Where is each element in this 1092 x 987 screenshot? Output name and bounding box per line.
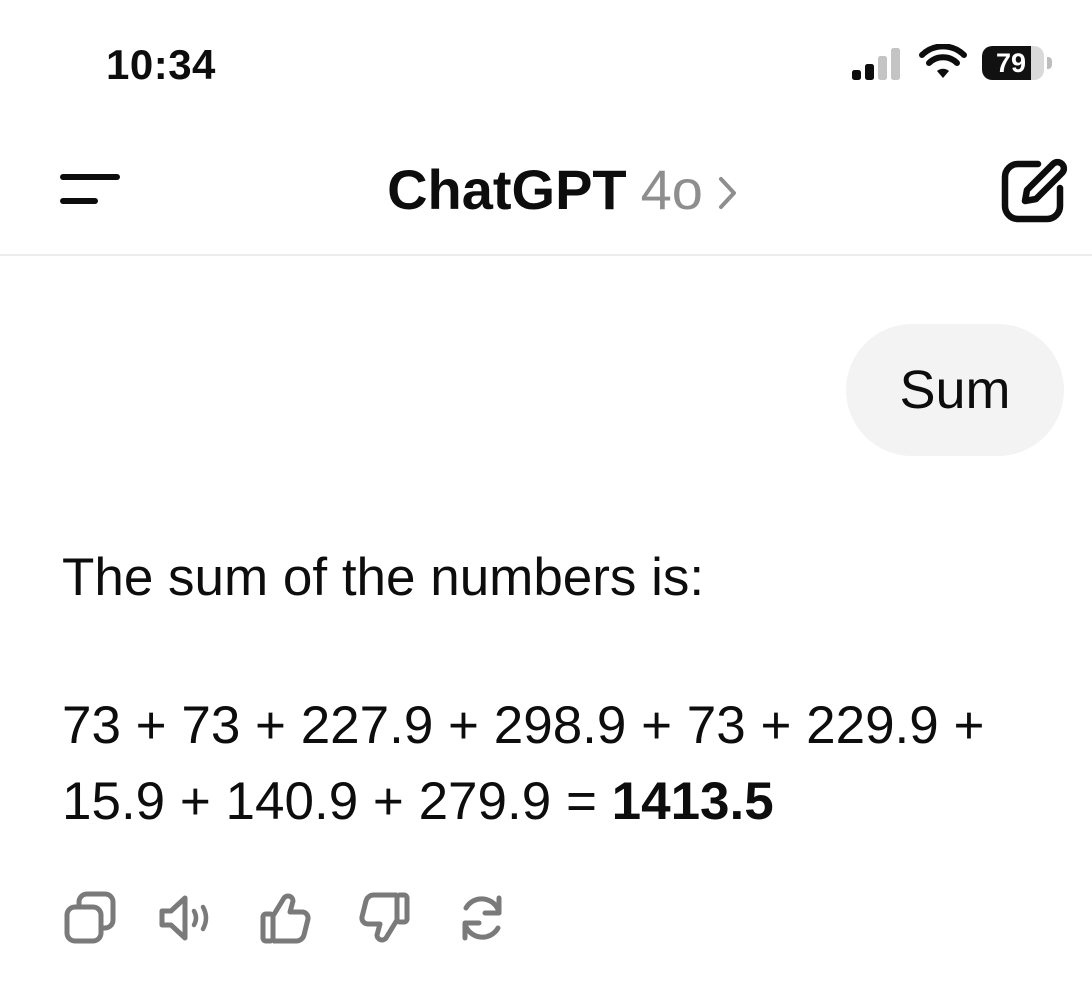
signal-bar [865, 64, 874, 80]
regenerate-icon [462, 895, 502, 941]
edit-icon [1001, 158, 1068, 223]
sum-equation: 73 + 73 + 227.9 + 298.9 + 73 + 229.9 + 1… [62, 688, 1072, 840]
regenerate-button[interactable] [452, 888, 512, 948]
copy-icon [64, 891, 116, 944]
assistant-intro-text: The sum of the numbers is: [62, 548, 705, 607]
battery-percent: 79 [995, 48, 1027, 78]
cellular-signal-icon [852, 48, 900, 80]
chat-header: ChatGPT 4o [0, 120, 1092, 256]
battery-indicator: 79 [982, 46, 1052, 82]
app-title: ChatGPT [387, 158, 627, 221]
battery-icon: 79 [982, 46, 1044, 80]
message-action-bar [60, 888, 520, 948]
battery-cap [1047, 57, 1052, 69]
status-time: 10:34 [106, 41, 216, 88]
read-aloud-icon [159, 895, 209, 941]
chevron-right-icon [718, 177, 736, 209]
read-aloud-button[interactable] [156, 888, 216, 948]
model-name: 4o [640, 158, 703, 221]
signal-bar [891, 48, 900, 80]
signal-bar [878, 56, 887, 80]
signal-bar [852, 70, 861, 80]
thumbs-down-button[interactable] [354, 888, 414, 948]
new-chat-button[interactable] [998, 156, 1070, 224]
user-message-bubble: Sum [846, 324, 1064, 456]
assistant-message: The sum of the numbers is: 73 + 73 + 227… [62, 540, 1072, 840]
thumbs-up-button[interactable] [256, 888, 316, 948]
thumbs-up-icon [260, 893, 311, 944]
copy-button[interactable] [60, 888, 120, 948]
wifi-icon [919, 44, 967, 78]
thumbs-down-icon [359, 892, 410, 943]
status-bar: 10:34 79 [0, 0, 1092, 120]
title-area: ChatGPT 4o [0, 158, 1092, 222]
equation-result: 1413.5 [611, 772, 774, 831]
equation-terms: 73 + 73 + 227.9 + 298.9 + 73 + 229.9 + 1… [62, 696, 985, 831]
model-selector-button[interactable]: ChatGPT 4o [387, 158, 739, 222]
